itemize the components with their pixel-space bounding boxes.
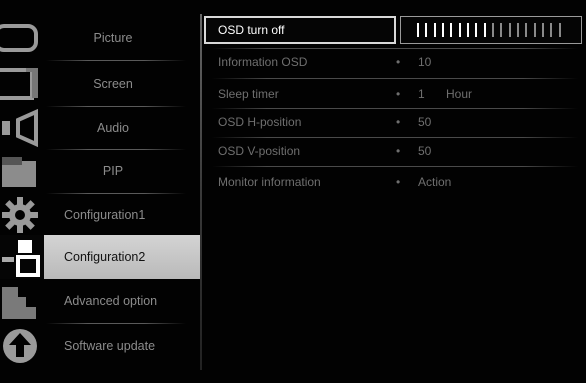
sidebar-item-audio[interactable]: Audio <box>0 106 200 150</box>
setting-name: OSD V-position <box>218 144 301 158</box>
sidebar-item-label: Software update <box>64 339 156 353</box>
upload-arrow-icon <box>0 324 44 368</box>
sidebar-item-label: Screen <box>93 77 133 91</box>
settings-list: OSD turn off Information OSD • 10 Sleep … <box>204 14 586 374</box>
osd-turn-off-slider[interactable] <box>400 16 582 44</box>
slider-tick-filled <box>475 23 478 37</box>
divider <box>46 60 186 61</box>
sidebar-item-advanced-option[interactable]: Advanced option <box>0 279 200 323</box>
slider-tick-empty <box>500 23 503 37</box>
gear-icon <box>0 193 44 237</box>
setting-name: OSD turn off <box>218 23 285 37</box>
slider-tick-filled <box>450 23 453 37</box>
sidebar-item-picture[interactable]: Picture <box>0 16 200 60</box>
sidebar-item-screen[interactable]: Screen <box>0 62 200 106</box>
slider-tick-empty <box>558 23 561 37</box>
setting-value: 1 <box>418 87 425 101</box>
slider-tick-empty <box>550 23 553 37</box>
sidebar-menu: Picture Screen Audio PIP Configuration1 … <box>0 14 200 374</box>
setting-row-monitor-information[interactable]: Monitor information • Action <box>204 168 582 196</box>
slider-tick-filled <box>417 23 419 37</box>
setting-row-information-osd[interactable]: Information OSD • 10 <box>204 48 582 76</box>
slider-tick-filled <box>458 23 461 37</box>
sidebar-item-label: Audio <box>97 121 129 135</box>
slider-ticks <box>417 23 567 37</box>
bullet: • <box>396 87 401 101</box>
stairs-icon <box>0 279 44 323</box>
osd-screen: Picture Screen Audio PIP Configuration1 … <box>0 0 586 383</box>
setting-name: Sleep timer <box>218 87 279 101</box>
slider-tick-filled <box>442 23 444 37</box>
slider-tick-empty <box>517 23 519 37</box>
bullet: • <box>396 55 401 69</box>
configuration-icon <box>0 235 44 279</box>
sidebar-item-label: Picture <box>93 31 133 45</box>
setting-row-sleep-timer[interactable]: Sleep timer • 1 Hour <box>204 80 582 108</box>
setting-value: 50 <box>418 144 432 158</box>
slider-tick-empty <box>542 23 544 37</box>
sidebar-item-label: Configuration2 <box>64 250 146 264</box>
setting-name: Monitor information <box>218 175 321 189</box>
setting-row-osd-v-position[interactable]: OSD V-position • 50 <box>204 137 582 165</box>
bullet: • <box>396 175 401 189</box>
slider-tick-empty <box>533 23 536 37</box>
slider-tick-filled <box>467 23 469 37</box>
setting-row-osd-h-position[interactable]: OSD H-position • 50 <box>204 108 582 136</box>
sidebar-item-pip[interactable]: PIP <box>0 149 200 193</box>
slider-tick-empty <box>492 23 494 37</box>
setting-value: 10 <box>418 55 432 69</box>
sidebar-item-label: Configuration1 <box>64 208 146 222</box>
sidebar-item-software-update[interactable]: Software update <box>0 324 200 368</box>
setting-unit: Hour <box>446 87 473 101</box>
divider <box>212 166 578 167</box>
slider-tick-empty <box>525 23 528 37</box>
sidebar-item-label: PIP <box>102 164 124 178</box>
sidebar-item-configuration1[interactable]: Configuration1 <box>0 193 200 237</box>
setting-row-osd-turn-off[interactable]: OSD turn off <box>204 16 582 44</box>
sidebar-item-configuration2[interactable]: Configuration2 <box>0 235 200 279</box>
pane-divider <box>200 14 202 370</box>
sidebar-item-label: Advanced option <box>64 294 158 308</box>
setting-name: OSD H-position <box>218 115 302 129</box>
divider <box>212 78 578 79</box>
setting-value: Action <box>418 175 452 189</box>
bullet: • <box>396 144 401 158</box>
slider-tick-filled <box>433 23 436 37</box>
slider-tick-empty <box>508 23 511 37</box>
setting-value: 50 <box>418 115 432 129</box>
bullet: • <box>396 115 401 129</box>
setting-name: Information OSD <box>218 55 308 69</box>
slider-tick-filled <box>425 23 428 37</box>
slider-tick-filled <box>483 23 486 37</box>
